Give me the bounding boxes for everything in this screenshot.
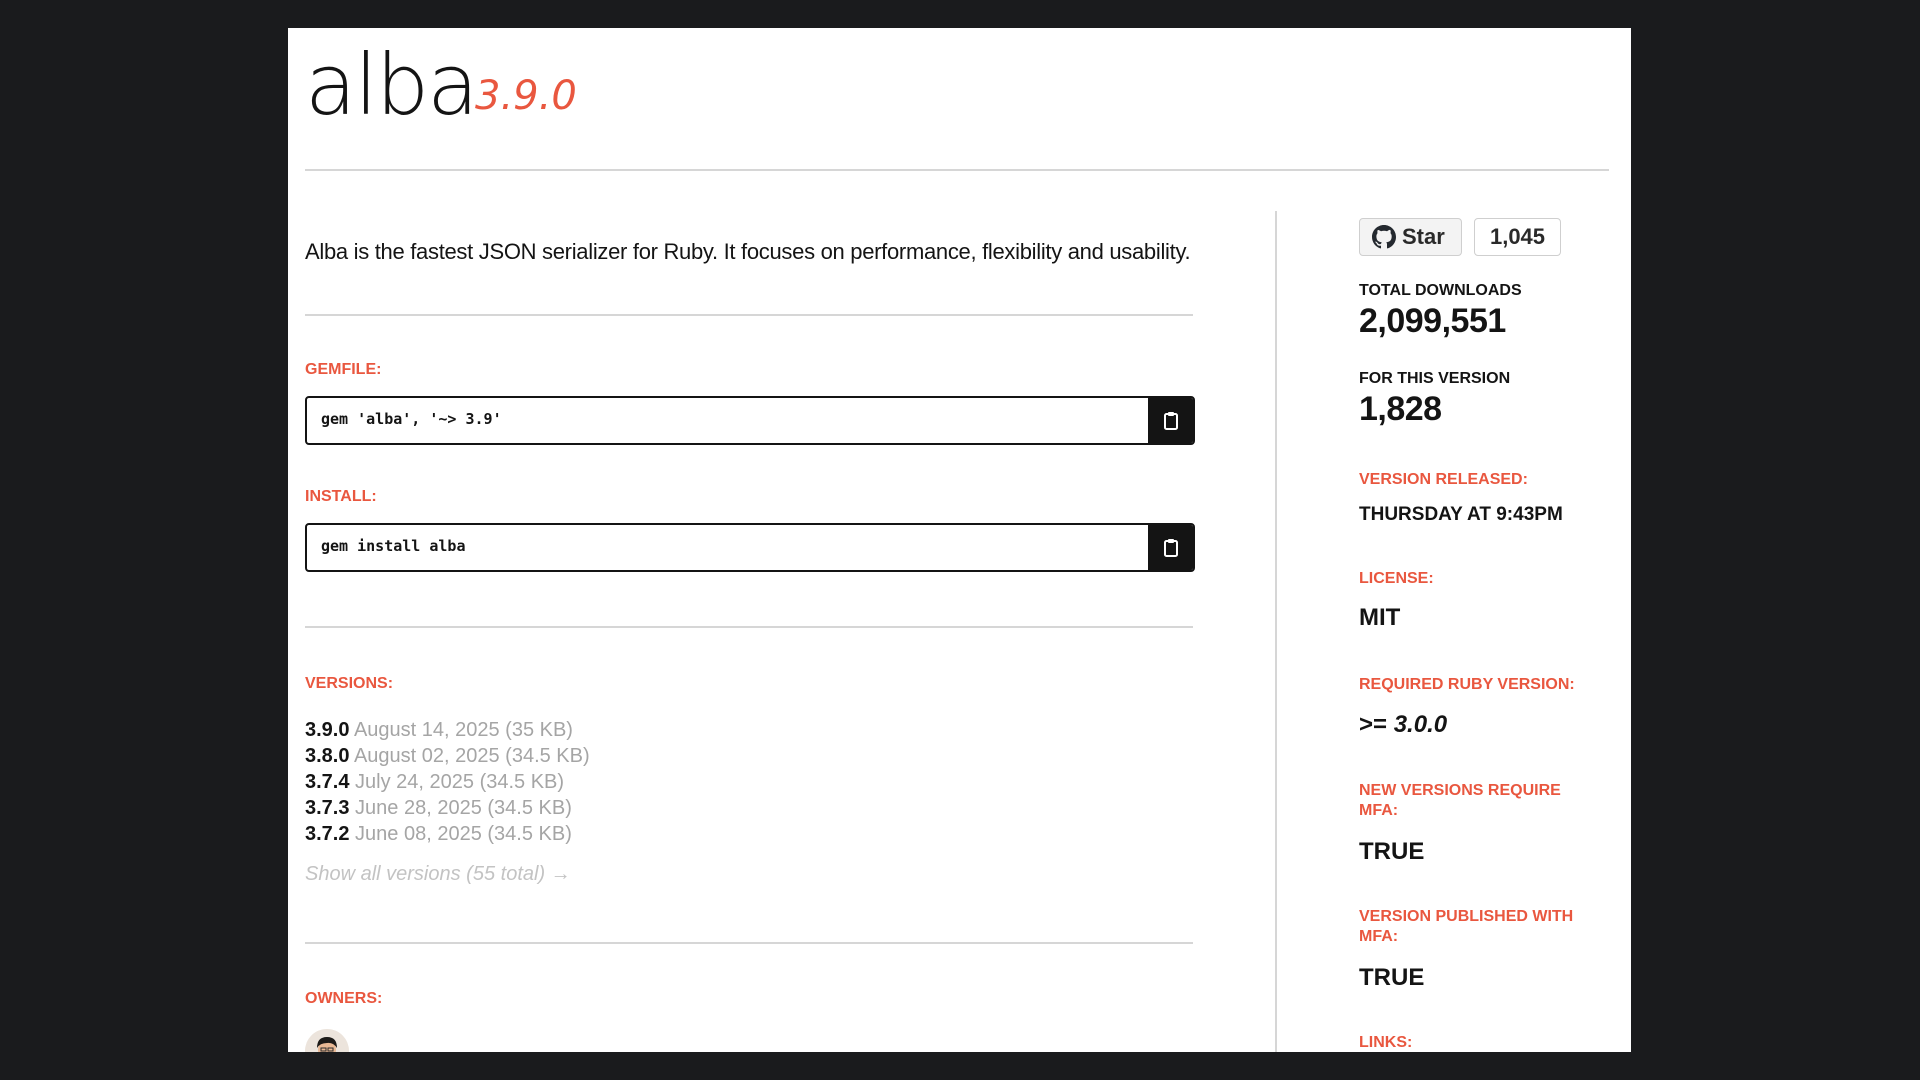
star-label: Star [1402, 224, 1445, 249]
version-item[interactable]: 3.7.2 June 08, 2025 (34.5 KB) [305, 821, 590, 847]
version-downloads-value: 1,828 [1359, 390, 1442, 428]
version-released-value: THURSDAY AT 9:43PM [1359, 504, 1563, 525]
install-code[interactable]: gem install alba [321, 537, 466, 555]
license-value: MIT [1359, 604, 1401, 631]
published-mfa-label: VERSION PUBLISHED WITH MFA: [1359, 908, 1574, 945]
version-number[interactable]: 3.7.3 [305, 797, 349, 819]
show-all-versions-link[interactable]: Show all versions (55 total) → [305, 863, 571, 886]
clipboard-icon [1163, 411, 1178, 430]
published-mfa-value: TRUE [1359, 964, 1425, 991]
links-label: LINKS: [1359, 1034, 1413, 1051]
github-icon [1372, 225, 1396, 249]
ruby-version: 3.0.0 [1393, 711, 1448, 738]
version-item[interactable]: 3.7.4 July 24, 2025 (34.5 KB) [305, 769, 590, 795]
gem-page: alba 3.9.0 Alba is the fastest JSON seri… [288, 28, 1631, 1052]
version-date: August 14, 2025 (35 KB) [353, 719, 573, 741]
ruby-operator: >= [1359, 711, 1388, 738]
version-item[interactable]: 3.9.0 August 14, 2025 (35 KB) [305, 717, 590, 743]
gemfile-snippet: gem 'alba', '~> 3.9' [305, 396, 1195, 445]
version-item[interactable]: 3.7.3 June 28, 2025 (34.5 KB) [305, 795, 590, 821]
versions-list: 3.9.0 August 14, 2025 (35 KB) 3.8.0 Augu… [305, 717, 590, 847]
gemfile-code[interactable]: gem 'alba', '~> 3.9' [321, 410, 502, 428]
required-ruby-value: >= 3.0.0 [1359, 711, 1447, 739]
gemfile-label: GEMFILE: [305, 361, 382, 378]
version-number[interactable]: 3.8.0 [305, 745, 349, 767]
install-label: INSTALL: [305, 488, 377, 505]
version-number[interactable]: 3.9.0 [305, 719, 349, 741]
version-number[interactable]: 3.7.2 [305, 823, 349, 845]
sidebar-divider [1275, 211, 1277, 1052]
version-item[interactable]: 3.8.0 August 02, 2025 (34.5 KB) [305, 743, 590, 769]
mfa-required-label: NEW VERSIONS REQUIRE MFA: [1359, 782, 1561, 819]
total-downloads-value: 2,099,551 [1359, 302, 1506, 340]
version-date: June 08, 2025 (34.5 KB) [355, 823, 572, 845]
version-date: July 24, 2025 (34.5 KB) [355, 771, 565, 793]
version-downloads-label: FOR THIS VERSION [1359, 370, 1511, 387]
required-ruby-label: REQUIRED RUBY VERSION: [1359, 676, 1575, 693]
github-star-button[interactable]: Star [1359, 218, 1462, 256]
divider [305, 942, 1193, 944]
versions-label: VERSIONS: [305, 675, 394, 692]
clipboard-icon [1163, 538, 1178, 557]
divider [305, 314, 1193, 316]
install-snippet: gem install alba [305, 523, 1195, 572]
divider [305, 626, 1193, 628]
version-date: June 28, 2025 (34.5 KB) [355, 797, 572, 819]
copy-gemfile-button[interactable] [1148, 398, 1193, 443]
version-date: August 02, 2025 (34.5 KB) [353, 745, 590, 767]
user-avatar-icon [305, 1029, 349, 1052]
license-label: LICENSE: [1359, 570, 1434, 587]
version-released-label: VERSION RELEASED: [1359, 471, 1528, 488]
gem-description: Alba is the fastest JSON serializer for … [305, 239, 1191, 264]
owners-label: OWNERS: [305, 990, 383, 1007]
total-downloads-label: TOTAL DOWNLOADS [1359, 282, 1522, 299]
gem-version: 3.9.0 [475, 73, 577, 119]
version-number[interactable]: 3.7.4 [305, 771, 349, 793]
owner-avatar[interactable] [305, 1029, 349, 1052]
gem-header: alba 3.9.0 [305, 28, 1609, 171]
mfa-required-value: TRUE [1359, 838, 1425, 865]
github-star-count[interactable]: 1,045 [1474, 218, 1561, 256]
copy-install-button[interactable] [1148, 525, 1193, 570]
gem-title: alba [305, 36, 479, 134]
